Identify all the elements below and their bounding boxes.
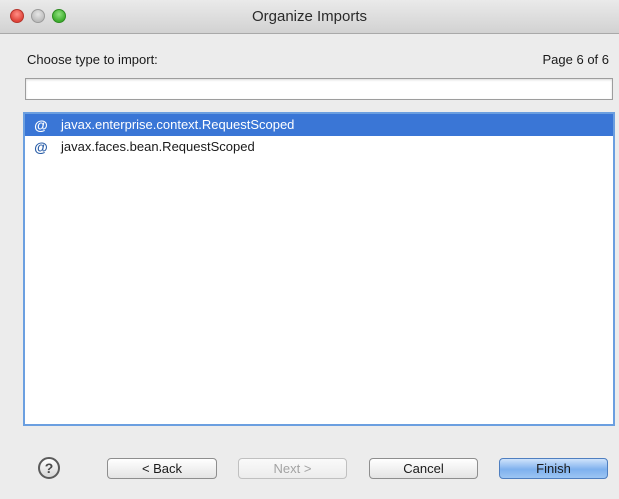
type-list[interactable]: @ javax.enterprise.context.RequestScoped… <box>23 112 615 426</box>
title-bar: Organize Imports <box>0 0 619 34</box>
help-button[interactable]: ? <box>38 457 60 479</box>
list-item-label: javax.faces.bean.RequestScoped <box>61 139 255 154</box>
cancel-button[interactable]: Cancel <box>369 458 478 479</box>
next-button[interactable]: Next > <box>238 458 347 479</box>
page-indicator: Page 6 of 6 <box>542 52 610 67</box>
finish-button[interactable]: Finish <box>499 458 608 479</box>
annotation-icon: @ <box>34 139 48 155</box>
annotation-icon: @ <box>34 117 48 133</box>
back-button[interactable]: < Back <box>107 458 217 479</box>
list-item[interactable]: @ javax.enterprise.context.RequestScoped <box>25 114 613 136</box>
type-filter-input[interactable] <box>25 78 613 100</box>
list-item[interactable]: @ javax.faces.bean.RequestScoped <box>25 136 613 158</box>
list-item-label: javax.enterprise.context.RequestScoped <box>61 117 295 132</box>
organize-imports-dialog: Organize Imports Choose type to import: … <box>0 0 619 499</box>
choose-type-label: Choose type to import: <box>27 52 158 67</box>
window-title: Organize Imports <box>251 8 368 25</box>
